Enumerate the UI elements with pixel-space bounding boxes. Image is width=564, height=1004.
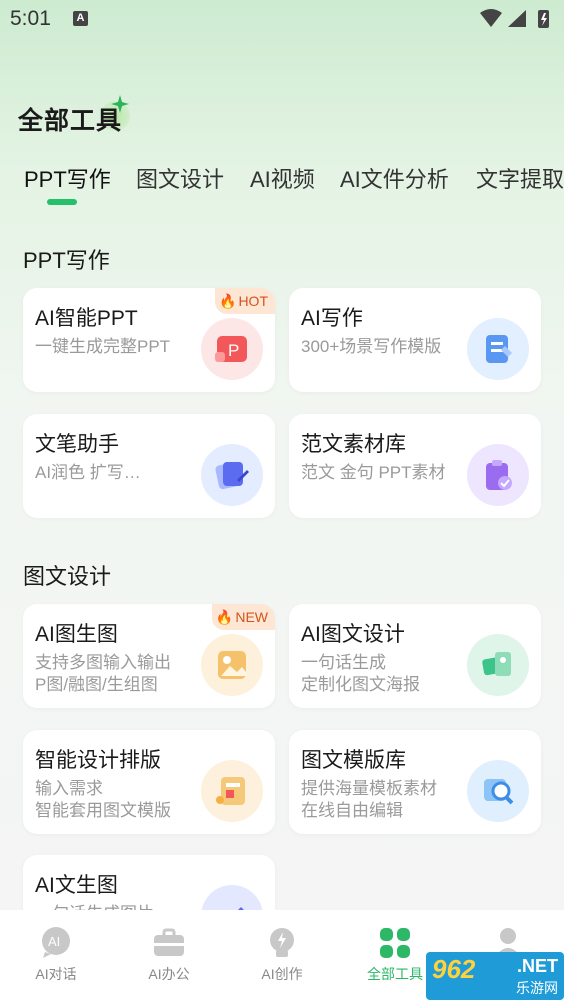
- image-icon: [201, 634, 263, 696]
- card-title: 文笔助手: [35, 433, 119, 456]
- tab-graphic-design[interactable]: 图文设计: [136, 162, 224, 194]
- active-tab-indicator: [47, 199, 77, 205]
- card-title: AI图文设计: [301, 623, 405, 646]
- hot-badge: 🔥 HOT: [215, 288, 275, 314]
- sparkle-icon: [111, 95, 129, 113]
- chat-ai-icon: AI: [42, 927, 70, 958]
- card-title: AI图生图: [35, 623, 118, 646]
- document-edit-icon: [467, 318, 529, 380]
- wifi-icon: [480, 9, 502, 27]
- card-title: 范文素材库: [301, 433, 406, 456]
- tool-card-ai-writing[interactable]: AI写作 300+场景写作模版: [289, 288, 541, 392]
- tabbar-label: AI对话: [35, 966, 77, 982]
- tool-card-image-to-image[interactable]: AI图生图 支持多图输入输出 P图/融图/生组图 🔥 NEW: [23, 604, 275, 708]
- magnifier-icon: [467, 760, 529, 822]
- card-desc: 300+场景写作模版: [301, 337, 442, 356]
- section-title-design: 图文设计: [23, 564, 112, 589]
- notification-icon: A: [73, 11, 88, 26]
- card-desc: 一句话生成 定制化图文海报: [301, 653, 420, 694]
- status-icons: [480, 9, 549, 28]
- card-desc: 范文 金句 PPT素材: [301, 463, 446, 482]
- watermark-domain: .NET: [516, 956, 558, 976]
- ppt-icon: P: [201, 318, 263, 380]
- tab-ai-file-analysis[interactable]: AI文件分析: [340, 162, 449, 194]
- tool-card-ai-graphic-design[interactable]: AI图文设计 一句话生成 定制化图文海报: [289, 604, 541, 708]
- card-title: AI文生图: [35, 874, 118, 897]
- tabbar-label: AI创作: [261, 966, 303, 982]
- category-tabs: PPT写作 图文设计 AI视频 AI文件分析 文字提取: [0, 162, 564, 206]
- flame-icon: 🔥: [219, 293, 237, 309]
- tool-card-smart-layout[interactable]: 智能设计排版 输入需求 智能套用图文模版: [23, 730, 275, 834]
- svg-text:P: P: [228, 341, 239, 360]
- page-title: 全部工具: [18, 107, 123, 135]
- poster-icon: [467, 634, 529, 696]
- card-desc: 一键生成完整PPT: [35, 337, 171, 356]
- new-badge: 🔥 NEW: [211, 604, 275, 630]
- card-title: 智能设计排版: [35, 749, 161, 772]
- tab-text-extraction[interactable]: 文字提取: [476, 162, 564, 194]
- card-title: 图文模版库: [301, 749, 406, 772]
- svg-text:AI: AI: [48, 934, 60, 949]
- section-title-ppt: PPT写作: [23, 248, 110, 273]
- clipboard-check-icon: [467, 444, 529, 506]
- tool-card-sample-library[interactable]: 范文素材库 范文 金句 PPT素材: [289, 414, 541, 518]
- flame-icon: 🔥: [215, 609, 234, 625]
- watermark-number: 962: [432, 954, 476, 984]
- briefcase-icon: [154, 928, 184, 956]
- signal-icon: [508, 10, 526, 27]
- tabbar-item-ai-office[interactable]: AI办公: [124, 926, 214, 984]
- tab-ai-video[interactable]: AI视频: [250, 162, 315, 194]
- tabbar-label: AI办公: [148, 966, 190, 982]
- card-title: AI智能PPT: [35, 307, 138, 330]
- lightbulb-icon: [270, 928, 294, 957]
- watermark-subtitle: 乐游网: [516, 980, 558, 996]
- status-time: 5:01: [10, 7, 51, 30]
- watermark-logo: 962 .NET 乐游网: [426, 952, 564, 1000]
- status-bar: 5:01 A: [0, 0, 564, 38]
- tool-card-ai-ppt[interactable]: AI智能PPT 一键生成完整PPT 🔥 HOT P: [23, 288, 275, 392]
- tool-card-template-library[interactable]: 图文模版库 提供海量模板素材 在线自由编辑: [289, 730, 541, 834]
- card-desc: AI润色 扩写…: [35, 463, 141, 482]
- grid-icon: [380, 928, 410, 958]
- tabbar-item-ai-create[interactable]: AI创作: [237, 926, 327, 984]
- tabbar-item-ai-chat[interactable]: AI AI对话: [11, 926, 101, 984]
- tool-card-writing-assistant[interactable]: 文笔助手 AI润色 扩写…: [23, 414, 275, 518]
- layout-icon: [201, 760, 263, 822]
- card-desc: 输入需求 智能套用图文模版: [35, 779, 171, 820]
- card-desc: 提供海量模板素材 在线自由编辑: [301, 779, 437, 820]
- card-title: AI写作: [301, 307, 363, 330]
- tab-ppt-writing[interactable]: PPT写作: [24, 162, 111, 194]
- card-desc: 支持多图输入输出 P图/融图/生组图: [35, 653, 171, 694]
- pen-cards-icon: [201, 444, 263, 506]
